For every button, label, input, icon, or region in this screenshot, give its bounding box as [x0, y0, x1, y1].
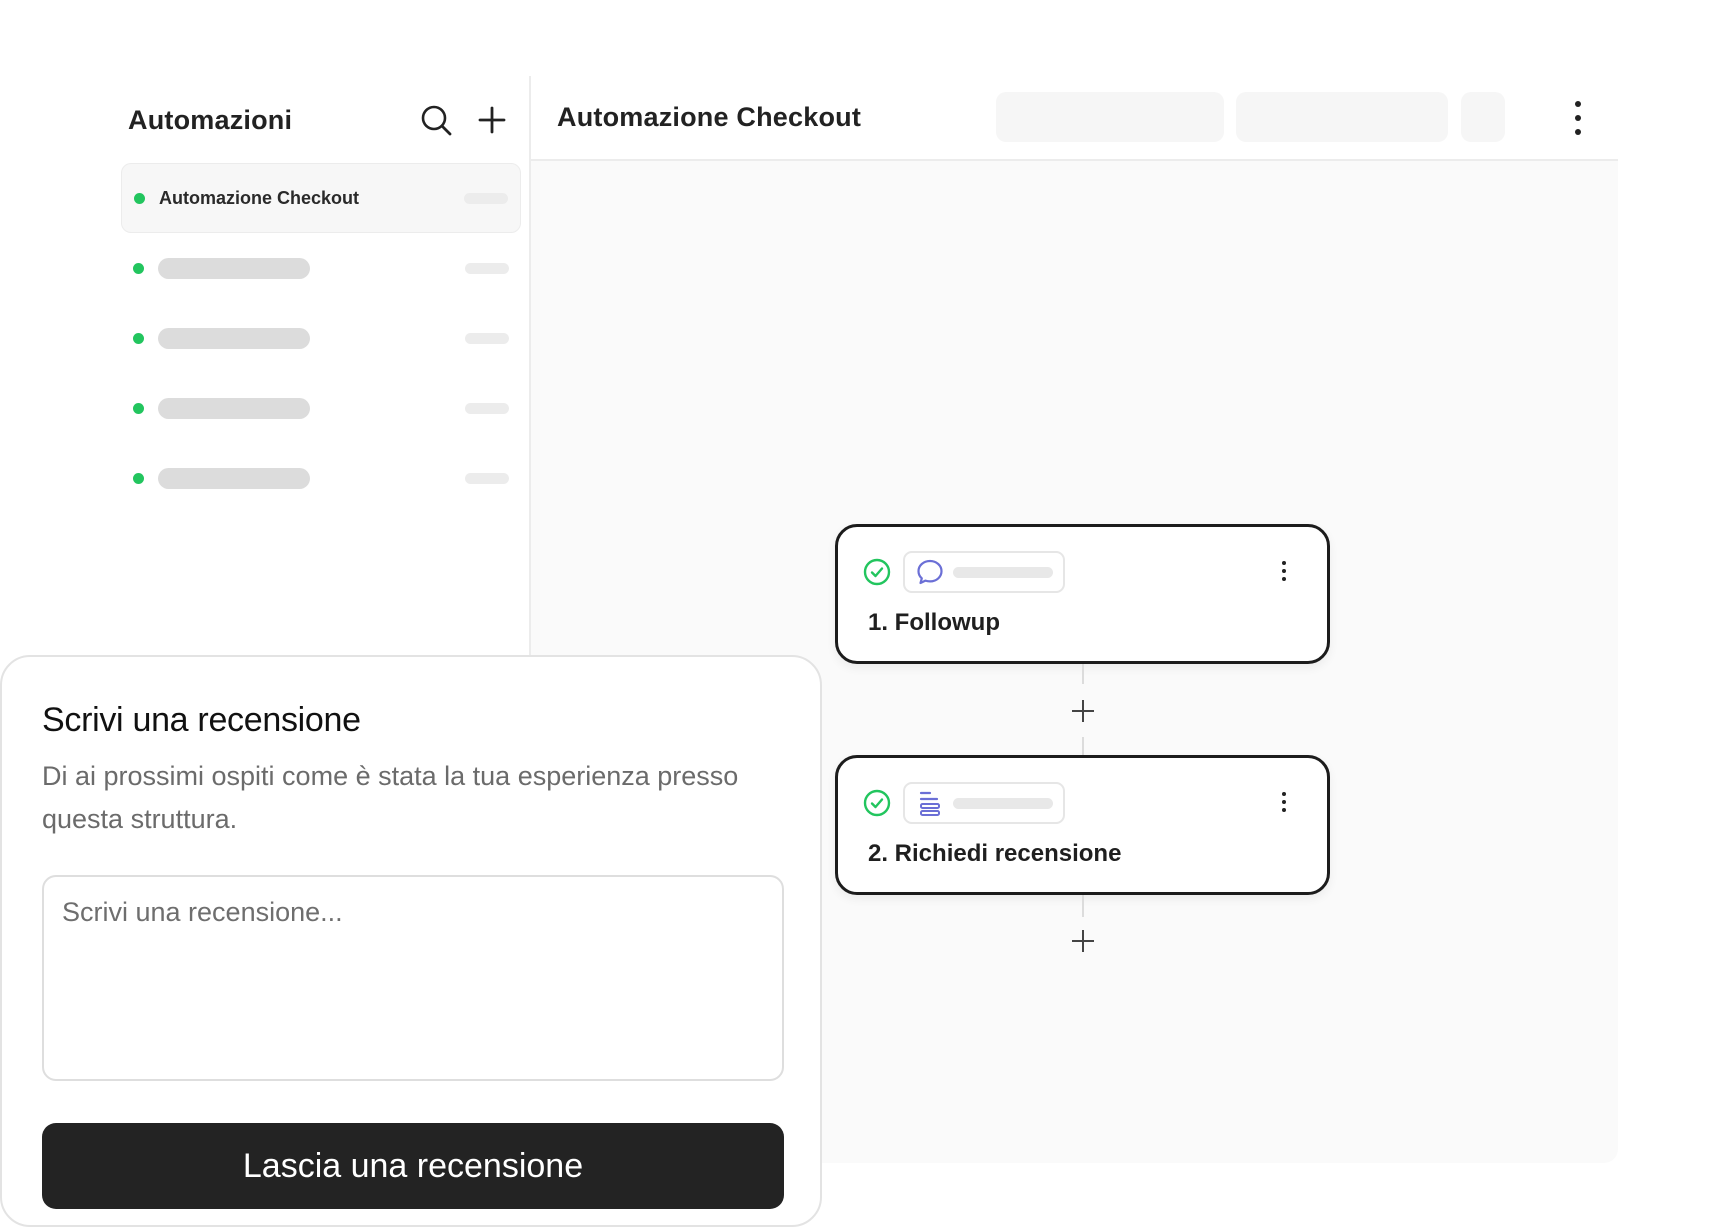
placeholder-label [158, 327, 310, 349]
status-dot [133, 402, 144, 414]
review-card: Scrivi una recensione Di ai prossimi osp… [0, 655, 822, 1227]
flow-node-followup[interactable]: 1. Followup [835, 524, 1330, 664]
stage: Automazioni Automazione Checkout Automaz… [0, 0, 1716, 1230]
placeholder-label [158, 467, 310, 489]
review-subtitle: Di ai prossimi ospiti come è stata la tu… [42, 761, 739, 834]
placeholder-label [158, 257, 310, 279]
header-placeholder [996, 92, 1224, 142]
placeholder-meta [465, 262, 509, 274]
chip-placeholder [953, 797, 1053, 809]
text-lines-icon [919, 791, 940, 816]
main-header: Automazione Checkout [531, 76, 1618, 161]
sidebar-header: Automazioni [128, 98, 509, 142]
sidebar-title: Automazioni [128, 104, 293, 135]
sidebar-actions [419, 103, 509, 137]
step-type-chip[interactable] [903, 782, 1065, 824]
automation-item-checkout[interactable]: Automazione Checkout [121, 163, 521, 233]
automation-item[interactable] [121, 373, 521, 443]
search-icon[interactable] [419, 103, 453, 137]
submit-review-button[interactable]: Lascia una recensione [42, 1123, 784, 1209]
header-placeholder [1461, 92, 1505, 142]
automation-item[interactable] [121, 443, 521, 513]
placeholder-label [158, 397, 310, 419]
automation-item-label: Automazione Checkout [159, 187, 360, 208]
plus-icon[interactable] [1069, 927, 1097, 955]
placeholder-meta [465, 472, 509, 484]
header-placeholder [1236, 92, 1448, 142]
flow-node-review-request[interactable]: 2. Richiedi recensione [835, 755, 1330, 895]
connector-line [1082, 664, 1084, 684]
node-header [863, 551, 1065, 593]
more-vertical-icon[interactable] [1279, 561, 1289, 581]
status-dot [133, 332, 144, 344]
chip-placeholder [953, 566, 1053, 578]
step-type-chip[interactable] [903, 551, 1065, 593]
more-vertical-icon[interactable] [1568, 101, 1588, 135]
plus-icon[interactable] [475, 103, 509, 137]
placeholder-meta [465, 402, 509, 414]
connector-line [1082, 895, 1084, 917]
placeholder-meta [464, 192, 508, 204]
page-title: Automazione Checkout [557, 102, 862, 132]
review-title: Scrivi una recensione [42, 701, 361, 739]
automation-list: Automazione Checkout [121, 163, 521, 513]
node-label: 2. Richiedi recensione [868, 840, 1122, 867]
placeholder-meta [465, 332, 509, 344]
check-circle-icon [863, 789, 891, 817]
chat-bubble-icon [917, 559, 943, 585]
node-label: 1. Followup [868, 609, 1000, 636]
more-vertical-icon[interactable] [1279, 792, 1289, 812]
status-dot [134, 192, 145, 204]
check-circle-icon [863, 558, 891, 586]
automation-item[interactable] [121, 233, 521, 303]
status-dot [133, 262, 144, 274]
review-textarea[interactable] [42, 875, 784, 1081]
status-dot [133, 472, 144, 484]
connector-line [1082, 737, 1084, 755]
plus-icon[interactable] [1069, 697, 1097, 725]
node-header [863, 782, 1065, 824]
automation-item[interactable] [121, 303, 521, 373]
